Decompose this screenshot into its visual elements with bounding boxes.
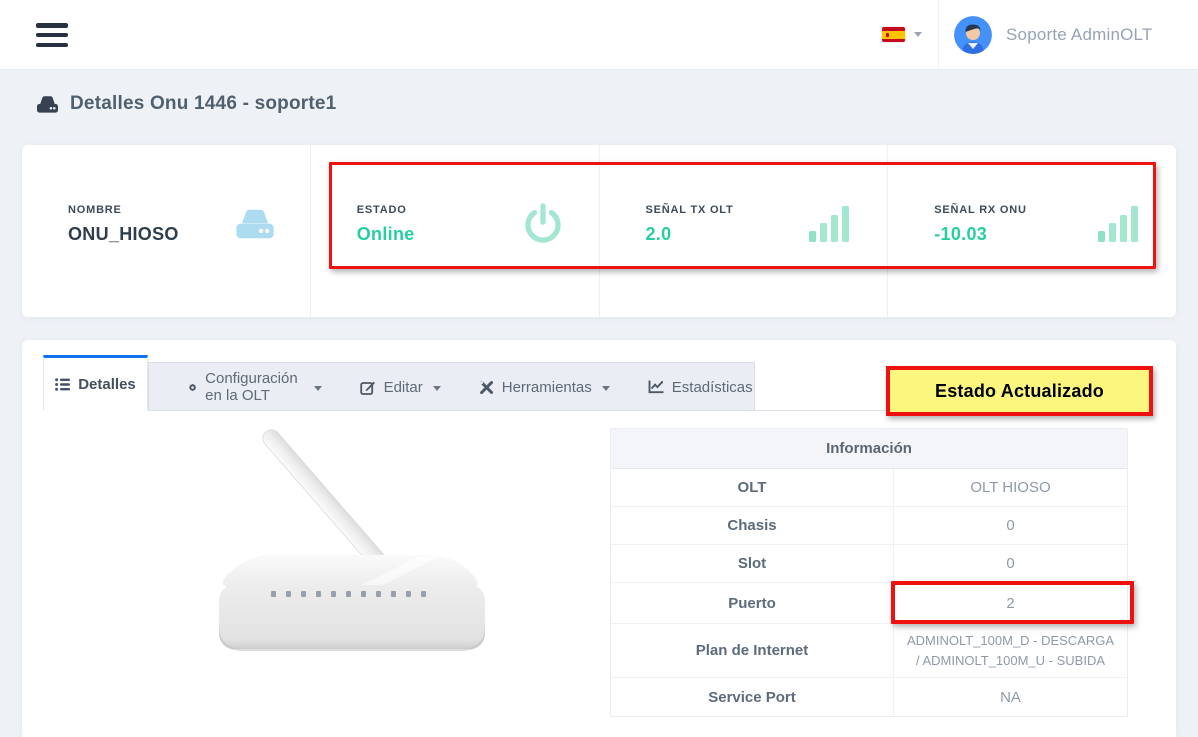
stat-senal-rx-onu: SEÑAL RX ONU -10.03	[887, 145, 1176, 317]
annotation-status-note: Estado Actualizado	[886, 366, 1153, 416]
stat-estado: ESTADO Online	[310, 145, 599, 317]
stat-nombre-value: ONU_HIOSO	[68, 224, 179, 245]
stat-senal-tx-olt: SEÑAL TX OLT 2.0	[599, 145, 888, 317]
row-plan-label: Plan de Internet	[611, 624, 894, 677]
row-slot-value: 0	[894, 545, 1127, 582]
row-plan-value: ADMINOLT_100M_D - DESCARGA / ADMINOLT_10…	[894, 624, 1127, 677]
tab-estadisticas-label: Estadísticas	[672, 379, 753, 396]
tab-editar[interactable]: Editar	[341, 363, 460, 411]
spain-flag-icon	[882, 27, 905, 42]
row-puerto-value: 2	[894, 583, 1127, 623]
power-icon	[521, 202, 565, 246]
user-menu[interactable]: Soporte AdminOLT	[954, 16, 1153, 54]
tools-icon	[479, 380, 494, 395]
avatar	[954, 16, 992, 54]
chevron-down-icon	[433, 386, 441, 391]
tab-estadisticas[interactable]: Estadísticas	[629, 363, 772, 411]
tab-herramientas[interactable]: Herramientas	[460, 363, 629, 411]
topbar: Soporte AdminOLT	[0, 0, 1198, 70]
stat-nombre: NOMBRE ONU_HIOSO	[22, 145, 310, 317]
chevron-down-icon	[602, 386, 610, 391]
tab-detalles[interactable]: Detalles	[43, 355, 148, 411]
stat-rx-value: -10.03	[934, 224, 1027, 245]
tab-detalles-label: Detalles	[78, 376, 136, 393]
table-row-slot: Slot 0	[611, 545, 1127, 583]
stat-rx-label: SEÑAL RX ONU	[934, 204, 1027, 216]
table-row-olt: OLT OLT HIOSO	[611, 469, 1127, 507]
info-table-header: Información	[611, 429, 1127, 469]
row-chasis-label: Chasis	[611, 507, 894, 544]
stat-estado-value: Online	[357, 224, 415, 245]
table-row-chasis: Chasis 0	[611, 507, 1127, 545]
row-olt-label: OLT	[611, 469, 894, 506]
signal-bars-icon	[807, 204, 853, 244]
topbar-divider	[938, 0, 939, 70]
row-puerto-label: Puerto	[611, 583, 894, 623]
table-row-service-port: Service Port NA	[611, 678, 1127, 716]
language-dropdown[interactable]	[882, 27, 922, 42]
info-table: Información OLT OLT HIOSO Chasis 0 Slot …	[610, 428, 1128, 717]
tab-editar-label: Editar	[384, 379, 423, 396]
chart-icon	[648, 380, 664, 394]
stat-estado-label: ESTADO	[357, 204, 415, 216]
hamburger-menu-icon[interactable]	[36, 23, 68, 47]
tab-configuracion-label: Configuración en la OLT	[205, 370, 303, 404]
stat-tx-label: SEÑAL TX OLT	[646, 204, 734, 216]
router-icon	[234, 208, 276, 240]
tab-herramientas-label: Herramientas	[502, 379, 592, 396]
stat-nombre-label: NOMBRE	[68, 204, 179, 216]
onu-product-image	[205, 425, 505, 665]
table-row-puerto: Puerto 2	[611, 583, 1127, 624]
table-row-plan: Plan de Internet ADMINOLT_100M_D - DESCA…	[611, 624, 1127, 678]
chevron-down-icon	[314, 386, 322, 391]
tab-strip: Configuración en la OLT Editar Herramien…	[148, 362, 755, 411]
row-service-port-label: Service Port	[611, 678, 894, 716]
edit-icon	[360, 380, 376, 395]
row-service-port-value: NA	[894, 678, 1127, 716]
row-chasis-value: 0	[894, 507, 1127, 544]
signal-bars-icon	[1096, 204, 1142, 244]
gear-icon	[188, 380, 197, 395]
breadcrumb: Detalles Onu 1446 - soporte1	[36, 93, 336, 115]
onu-device-icon	[36, 95, 59, 114]
row-olt-value: OLT HIOSO	[894, 469, 1127, 506]
user-name: Soporte AdminOLT	[1006, 25, 1153, 45]
list-icon	[55, 378, 70, 391]
stat-tx-value: 2.0	[646, 224, 734, 245]
row-slot-label: Slot	[611, 545, 894, 582]
page-title: Detalles Onu 1446 - soporte1	[70, 93, 336, 115]
chevron-down-icon	[914, 32, 922, 37]
stats-card: NOMBRE ONU_HIOSO ESTADO Online SEÑAL TX …	[22, 145, 1176, 317]
tab-configuracion-olt[interactable]: Configuración en la OLT	[169, 363, 341, 411]
